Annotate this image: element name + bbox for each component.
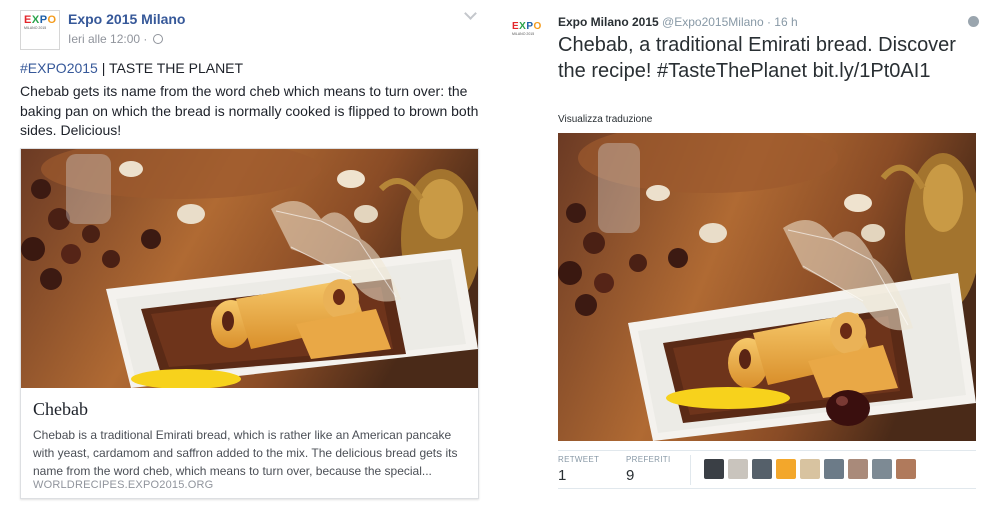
avatar[interactable]	[824, 459, 844, 479]
twitter-tweet: EXPO MILANO 2015 Expo Milano 2015 @Expo2…	[500, 0, 1000, 505]
favoriters-avatars	[704, 459, 916, 479]
avatar[interactable]	[896, 459, 916, 479]
divider	[690, 455, 691, 485]
expo-avatar[interactable]: EXPO MILANO 2015	[512, 22, 548, 48]
avatar[interactable]	[872, 459, 892, 479]
link-preview-card[interactable]: Chebab Chebab is a traditional Emirati b…	[20, 148, 479, 499]
expo-logo-word: EXPO	[512, 21, 542, 32]
expo-logo-subtitle: MILANO 2015	[512, 32, 535, 36]
expo-logo-avatar[interactable]: EXPO MILANO 2015	[20, 10, 60, 50]
divider	[558, 450, 976, 451]
display-name[interactable]: Expo Milano 2015	[558, 15, 659, 29]
food-photo-illustration	[21, 149, 478, 388]
avatar[interactable]	[776, 459, 796, 479]
chevron-down-icon[interactable]	[464, 7, 477, 20]
tweet-text: Chebab, a traditional Emirati bread. Dis…	[558, 34, 956, 82]
divider	[558, 488, 976, 489]
translate-link[interactable]: Visualizza traduzione	[558, 114, 652, 125]
hashtag-link[interactable]: #EXPO2015	[20, 60, 98, 76]
avatar[interactable]	[752, 459, 772, 479]
facebook-post: EXPO MILANO 2015 Expo 2015 Milano Ieri a…	[0, 0, 500, 505]
post-timestamp[interactable]: Ieri alle 12:00 ·	[68, 32, 163, 46]
card-title[interactable]: Chebab	[33, 399, 88, 420]
handle-and-time[interactable]: @Expo2015Milano · 16 h	[662, 15, 798, 29]
tweet-photo[interactable]	[558, 133, 976, 441]
chebab-photo[interactable]	[21, 149, 478, 388]
food-photo-illustration	[558, 133, 976, 441]
globe-icon	[968, 16, 979, 27]
page-name-link[interactable]: Expo 2015 Milano	[68, 11, 185, 27]
retweet-count[interactable]: RETWEET 1	[558, 455, 599, 484]
globe-icon	[152, 34, 163, 44]
avatar[interactable]	[728, 459, 748, 479]
avatar[interactable]	[848, 459, 868, 479]
avatar[interactable]	[800, 459, 820, 479]
avatar[interactable]	[704, 459, 724, 479]
card-description: Chebab is a traditional Emirati bread, w…	[33, 428, 458, 478]
tweet-author[interactable]: Expo Milano 2015 @Expo2015Milano · 16 h	[558, 15, 798, 29]
post-headline: #EXPO2015 | TASTE THE PLANET	[20, 60, 244, 76]
post-text: Chebab gets its name from the word cheb …	[20, 83, 479, 138]
expo-logo-subtitle: MILANO 2015	[24, 26, 47, 30]
favorites-count[interactable]: PREFERITI 9	[626, 455, 670, 484]
expo-logo-word: EXPO	[24, 14, 57, 26]
card-domain: WORLDRECIPES.EXPO2015.ORG	[33, 479, 214, 491]
